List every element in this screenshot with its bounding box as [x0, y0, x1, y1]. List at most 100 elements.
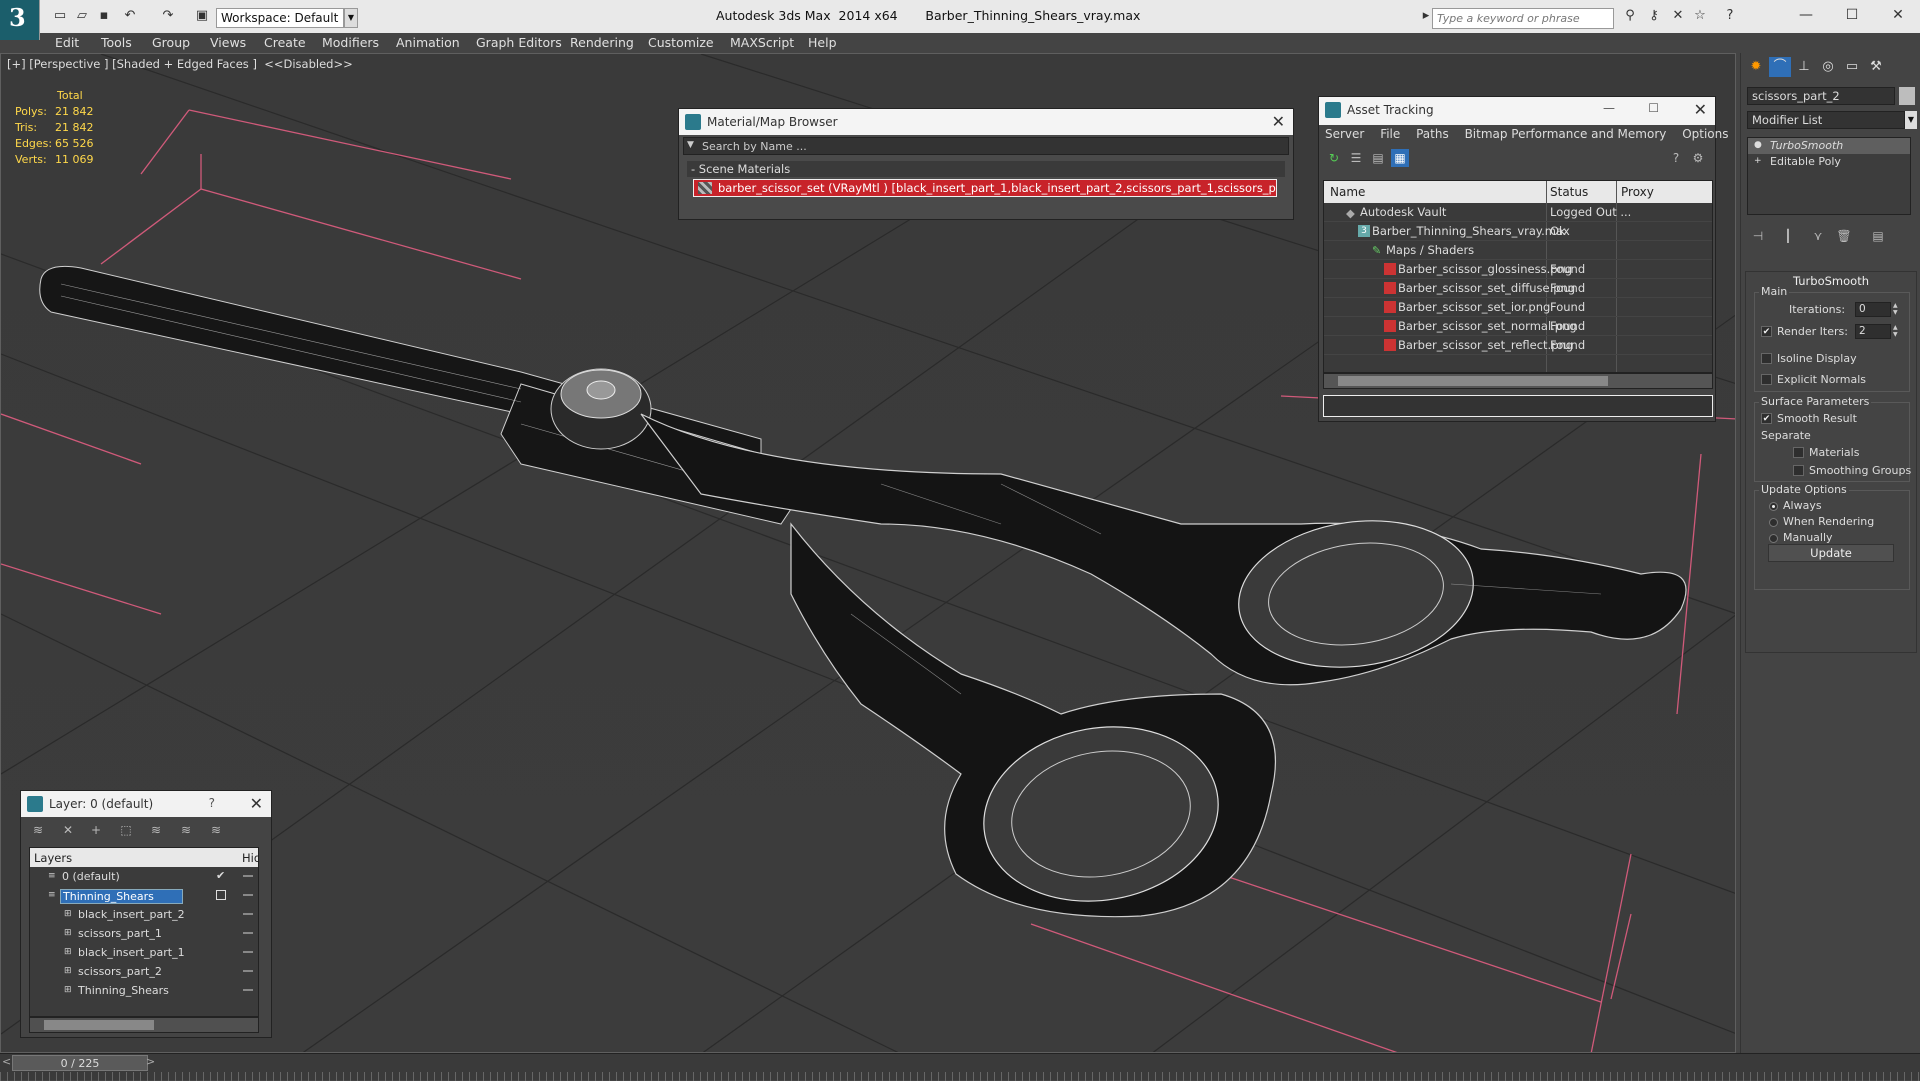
horizontal-scrollbar[interactable] [29, 1017, 259, 1033]
configure-sets-icon[interactable]: ▤ [1869, 227, 1887, 245]
column-layers[interactable]: Layers [34, 851, 72, 865]
workspace-dropdown[interactable]: Workspace: Default [216, 8, 344, 28]
object-name-field[interactable]: scissors_part_2 [1747, 87, 1895, 105]
table-row[interactable]: Barber_scissor_set_diffuse.png Found [1324, 279, 1712, 298]
table-row[interactable]: Barber_scissor_set_reflect.png Found [1324, 336, 1712, 355]
chevron-down-icon[interactable]: ▼ [344, 8, 358, 28]
menu-group[interactable]: Group [152, 35, 190, 50]
layer-row[interactable]: ⊞ scissors_part_2 [30, 962, 258, 981]
help-icon[interactable]: ? [1722, 8, 1738, 24]
next-frame-icon[interactable]: > [146, 1055, 155, 1068]
menu-edit[interactable]: Edit [55, 35, 79, 50]
column-proxy[interactable]: Proxy [1621, 185, 1654, 199]
spinner-arrows-icon[interactable]: ▲ ▼ [1893, 302, 1901, 317]
modifier-list-dropdown[interactable]: Modifier List [1747, 111, 1905, 129]
render-iters-spinner[interactable]: 2 [1855, 324, 1891, 339]
pin-stack-icon[interactable]: ⊣ [1749, 227, 1767, 245]
delete-layer-icon[interactable]: ✕ [59, 821, 77, 839]
column-status[interactable]: Status [1550, 185, 1588, 199]
project-folder-icon[interactable]: ▣ [194, 8, 210, 24]
communication-center-icon[interactable]: ✕ [1670, 8, 1686, 24]
chevron-down-icon[interactable]: ▼ [1905, 111, 1917, 129]
help-button[interactable]: ? [209, 796, 215, 810]
hide-all-icon[interactable]: ≋ [177, 821, 195, 839]
table-view-icon[interactable]: ▦ [1391, 149, 1409, 167]
table-row[interactable]: ✎ Maps / Shaders [1324, 241, 1712, 260]
menu-animation[interactable]: Animation [396, 35, 460, 50]
close-icon[interactable]: ✕ [250, 794, 263, 813]
smooth-result-checkbox[interactable]: ✔ [1761, 413, 1772, 424]
at-menu-bitmap-performance[interactable]: Bitmap Performance and Memory [1465, 127, 1667, 141]
menu-modifiers[interactable]: Modifiers [322, 35, 379, 50]
help-icon[interactable]: ? [1667, 149, 1685, 167]
scrollbar-thumb[interactable] [44, 1020, 154, 1030]
show-end-result-icon[interactable]: ┃ [1779, 227, 1797, 245]
update-always-radio[interactable] [1769, 502, 1778, 511]
maximize-button[interactable]: ☐ [1832, 4, 1872, 26]
hide-toggle[interactable] [243, 951, 253, 953]
layer-row[interactable]: ⊞ scissors_part_1 [30, 924, 258, 943]
table-row[interactable]: Barber_scissor_set_normal.png Found [1324, 317, 1712, 336]
render-iters-checkbox[interactable]: ✔ [1761, 326, 1772, 337]
lightbulb-icon[interactable]: ● [1754, 140, 1764, 150]
new-file-icon[interactable]: ▭ [52, 8, 68, 24]
spinner-arrows-icon[interactable]: ▲ ▼ [1893, 324, 1901, 339]
hide-toggle[interactable] [243, 894, 253, 896]
hide-toggle[interactable] [243, 932, 253, 934]
menu-tools[interactable]: Tools [101, 35, 132, 50]
layer-row[interactable]: ≡ 0 (default) ✔ [30, 867, 258, 886]
modify-tab-icon[interactable]: ⌒ [1769, 57, 1791, 77]
layer-row[interactable]: ≡ Thinning_Shears [30, 886, 258, 905]
expand-plus-icon[interactable]: + [1754, 156, 1764, 166]
explicit-normals-checkbox[interactable] [1761, 374, 1772, 385]
menu-customize[interactable]: Customize [648, 35, 714, 50]
update-manually-radio[interactable] [1769, 534, 1778, 543]
undo-icon[interactable]: ↶ [122, 8, 138, 24]
layer-row[interactable]: ⊞ Thinning_Shears [30, 981, 258, 1000]
key-icon[interactable]: ⚷ [1646, 8, 1662, 24]
column-hide[interactable]: Hide [242, 851, 258, 865]
hide-toggle[interactable] [243, 875, 253, 877]
menu-help[interactable]: Help [808, 35, 837, 50]
isoline-display-checkbox[interactable] [1761, 353, 1772, 364]
previous-frame-icon[interactable]: < [2, 1055, 11, 1068]
favorites-star-icon[interactable]: ☆ [1692, 8, 1708, 24]
table-row[interactable]: Barber_scissor_glossiness.png Found [1324, 260, 1712, 279]
scrollbar-thumb[interactable] [1338, 376, 1608, 386]
menu-views[interactable]: Views [210, 35, 246, 50]
stack-item-editable-poly[interactable]: + Editable Poly [1748, 154, 1910, 170]
add-to-layer-icon[interactable]: + [87, 821, 105, 839]
separate-materials-checkbox[interactable] [1793, 447, 1804, 458]
object-color-swatch[interactable] [1899, 87, 1915, 105]
refresh-icon[interactable]: ↻ [1325, 149, 1343, 167]
layer-row[interactable]: ⊞ black_insert_part_2 [30, 905, 258, 924]
list-view-icon[interactable]: ☰ [1347, 149, 1365, 167]
close-button[interactable]: ✕ [1878, 4, 1918, 26]
material-search-input[interactable]: ▼ Search by Name ... [683, 137, 1289, 155]
smoothing-groups-checkbox[interactable] [1793, 465, 1804, 476]
motion-tab-icon[interactable]: ◎ [1817, 57, 1839, 77]
asset-tracking-titlebar[interactable]: Asset Tracking — ☐ ✕ [1319, 97, 1715, 125]
hide-toggle[interactable] [243, 989, 253, 991]
menu-maxscript[interactable]: MAXScript [730, 35, 794, 50]
at-menu-paths[interactable]: Paths [1416, 127, 1449, 141]
time-slider[interactable]: 0 / 225 [12, 1055, 148, 1071]
app-logo-icon[interactable]: 3 [0, 0, 40, 40]
hide-toggle[interactable] [243, 913, 253, 915]
close-icon[interactable]: ✕ [1272, 112, 1285, 131]
minimize-button[interactable]: — [1786, 4, 1826, 26]
thumbnail-view-icon[interactable]: ▤ [1369, 149, 1387, 167]
update-when-rendering-radio[interactable] [1769, 518, 1778, 527]
set-active-layer-icon[interactable] [216, 890, 226, 900]
material-browser-titlebar[interactable]: Material/Map Browser ✕ [679, 109, 1293, 135]
horizontal-scrollbar[interactable] [1323, 373, 1713, 389]
highlight-layer-icon[interactable]: ≋ [147, 821, 165, 839]
create-tab-icon[interactable]: ✹ [1745, 57, 1767, 77]
hierarchy-tab-icon[interactable]: ⊥ [1793, 57, 1815, 77]
stack-item-turbosmooth[interactable]: ● TurboSmooth [1748, 138, 1910, 154]
table-row[interactable]: ◆ Autodesk Vault Logged Out ... [1324, 203, 1712, 222]
menu-create[interactable]: Create [264, 35, 306, 50]
filter-triangle-icon[interactable]: ▼ [687, 140, 694, 150]
asset-path-field[interactable] [1323, 395, 1713, 417]
save-file-icon[interactable]: ▪ [96, 8, 112, 24]
